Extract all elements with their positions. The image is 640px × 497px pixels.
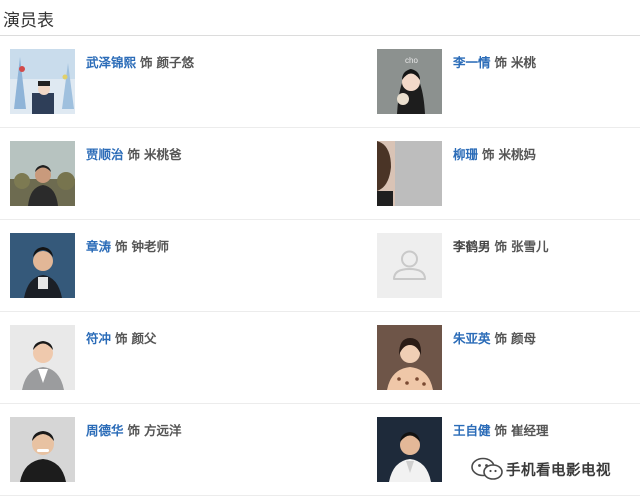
actor-photo[interactable] xyxy=(10,417,75,482)
role-name: 米桃爸 xyxy=(144,147,182,162)
role-name: 米桃妈 xyxy=(498,147,537,162)
cast-credit: 贾顺治 饰 米桃爸 xyxy=(86,144,182,163)
role-name: 颜子悠 xyxy=(156,55,195,70)
cast-credit: 李一情 饰 米桃 xyxy=(453,52,536,71)
section-header: 演员表 xyxy=(0,0,640,36)
svg-text:cho: cho xyxy=(405,56,418,65)
cast-credit: 朱亚英 饰 颜母 xyxy=(453,328,536,347)
role-name: 张雪儿 xyxy=(511,239,549,254)
actor-name-link[interactable]: 章涛 xyxy=(86,239,111,254)
cast-item[interactable]: 章涛 饰 钟老师 xyxy=(0,220,318,312)
cast-item[interactable]: 武泽锦熙 饰 颜子悠 xyxy=(0,36,318,128)
as-label: 饰 xyxy=(127,147,141,162)
wechat-icon xyxy=(471,457,503,480)
actor-name-link[interactable]: 贾顺治 xyxy=(86,147,124,162)
as-label: 饰 xyxy=(115,239,128,254)
cast-item[interactable]: cho 李一情 饰 米桃 xyxy=(367,36,640,128)
actor-name-link[interactable]: 武泽锦熙 xyxy=(86,55,136,70)
actor-name-link[interactable]: 符冲 xyxy=(86,331,111,346)
cast-item[interactable]: 柳珊 饰 米桃妈 xyxy=(367,128,640,220)
role-name: 颜父 xyxy=(131,331,157,346)
actor-name-link[interactable]: 朱亚英 xyxy=(453,331,491,346)
cast-credit: 章涛 饰 钟老师 xyxy=(86,236,169,255)
cast-credit: 符冲 饰 颜父 xyxy=(86,328,157,347)
actor-photo[interactable] xyxy=(10,325,75,390)
actor-name-link[interactable]: 李一情 xyxy=(453,55,491,70)
watermark: 手机看电影电视 xyxy=(470,455,640,483)
cast-item[interactable]: 符冲 饰 颜父 xyxy=(0,312,318,404)
cast-credit: 李鹤男 饰 张雪儿 xyxy=(453,236,549,255)
actor-photo[interactable] xyxy=(10,233,75,298)
as-label: 饰 xyxy=(140,55,153,70)
role-name: 颜母 xyxy=(511,331,537,346)
actor-photo[interactable] xyxy=(377,141,442,206)
actor-photo[interactable] xyxy=(377,325,442,390)
as-label: 饰 xyxy=(494,55,508,70)
role-name: 方远洋 xyxy=(144,423,182,438)
actor-photo[interactable] xyxy=(10,49,75,114)
cast-credit: 柳珊 饰 米桃妈 xyxy=(453,144,536,163)
as-label: 饰 xyxy=(482,147,495,162)
as-label: 饰 xyxy=(127,423,141,438)
cast-item[interactable]: 贾顺治 饰 米桃爸 xyxy=(0,128,318,220)
watermark-text: 手机看电影电视 xyxy=(506,462,611,479)
as-label: 饰 xyxy=(494,331,508,346)
role-name: 钟老师 xyxy=(131,239,170,254)
actor-name: 李鹤男 xyxy=(453,239,491,254)
role-name: 米桃 xyxy=(511,55,537,70)
cast-credit: 王自健 饰 崔经理 xyxy=(453,420,549,439)
cast-item[interactable]: 李鹤男 饰 张雪儿 xyxy=(367,220,640,312)
actor-name-link[interactable]: 柳珊 xyxy=(453,147,478,162)
section-title: 演员表 xyxy=(3,11,54,31)
as-label: 饰 xyxy=(494,239,508,254)
cast-credit: 周德华 饰 方远洋 xyxy=(86,420,182,439)
actor-photo[interactable] xyxy=(10,141,75,206)
actor-photo[interactable] xyxy=(377,417,442,482)
actor-name-link[interactable]: 周德华 xyxy=(86,423,124,438)
as-label: 饰 xyxy=(494,423,508,438)
cast-credit: 武泽锦熙 饰 颜子悠 xyxy=(86,52,194,71)
actor-name-link[interactable]: 王自健 xyxy=(453,423,491,438)
as-label: 饰 xyxy=(115,331,128,346)
cast-item[interactable]: 周德华 饰 方远洋 xyxy=(0,404,318,496)
avatar-placeholder-icon[interactable] xyxy=(377,233,442,298)
role-name: 崔经理 xyxy=(511,423,549,438)
actor-photo[interactable]: cho xyxy=(377,49,442,114)
cast-item[interactable]: 朱亚英 饰 颜母 xyxy=(367,312,640,404)
